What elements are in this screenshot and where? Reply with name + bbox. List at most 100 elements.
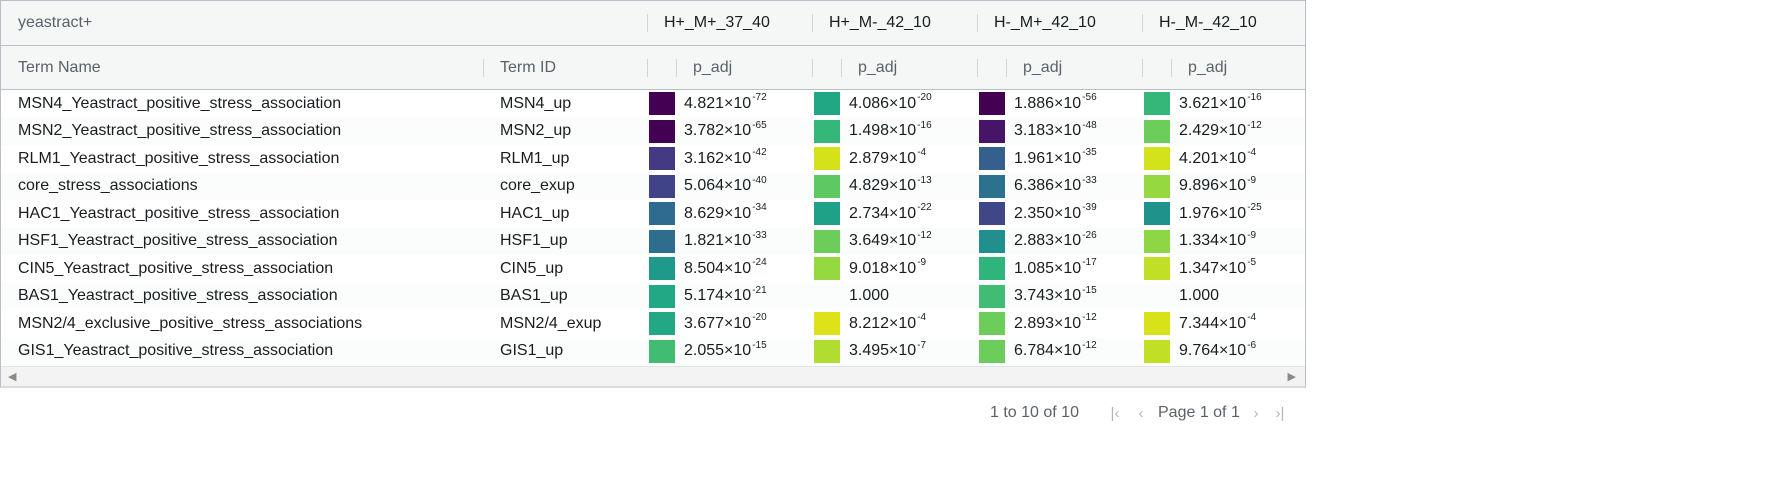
p-adj-value-cell: 1.498×10 -16: [849, 119, 932, 140]
table-row[interactable]: HSF1_Yeastract_positive_stress_associati…: [1, 227, 1305, 255]
table-row[interactable]: MSN2_Yeastract_positive_stress_associati…: [1, 117, 1305, 145]
color-swatch: [649, 174, 675, 198]
color-swatch: [979, 147, 1005, 170]
term-id-cell: HSF1_up: [500, 232, 568, 250]
term-name-cell: CIN5_Yeastract_positive_stress_associati…: [18, 259, 334, 277]
table-row[interactable]: MSN4_Yeastract_positive_stress_associati…: [1, 90, 1305, 118]
column-resize-handle[interactable]: [647, 59, 648, 77]
color-swatch: [649, 229, 675, 253]
p-adj-value-cell: 9.896×10 -9: [1179, 174, 1257, 195]
column-resize-handle[interactable]: [841, 59, 842, 77]
term-id-cell: MSN2/4_exup: [500, 314, 602, 332]
p-adj-value-cell: 2.429×10 -12: [1179, 119, 1262, 140]
term-id-cell: RLM1_up: [500, 149, 570, 167]
column-resize-handle[interactable]: [812, 59, 813, 77]
color-swatch: [979, 339, 1005, 363]
color-swatch: [1144, 312, 1170, 335]
table-row[interactable]: RLM1_Yeastract_positive_stress_associati…: [1, 145, 1305, 173]
column-resize-handle[interactable]: [1142, 59, 1143, 77]
column-header-p-adj-4[interactable]: p_adj: [1188, 46, 1227, 89]
p-adj-value-cell: 3.677×10 -20: [684, 312, 767, 332]
color-swatch: [814, 229, 840, 253]
column-header-label: Term Name: [18, 58, 101, 76]
color-swatch: [814, 339, 840, 363]
term-name-cell: MSN2_Yeastract_positive_stress_associati…: [18, 122, 342, 140]
pagination-summary: 1 to 10 of 10: [990, 404, 1079, 421]
last-page-icon[interactable]: ›|: [1271, 400, 1289, 426]
column-header-label: Term ID: [500, 58, 556, 76]
color-swatch: [979, 92, 1005, 115]
color-swatch: [1144, 257, 1170, 280]
color-swatch: [814, 257, 840, 280]
color-swatch: [649, 202, 675, 225]
term-id-cell: CIN5_up: [500, 259, 564, 277]
column-resize-handle[interactable]: [1006, 59, 1007, 77]
column-header-p-adj-2[interactable]: p_adj: [858, 46, 897, 89]
previous-page-icon[interactable]: ‹: [1132, 400, 1150, 426]
term-id-cell: GIS1_up: [500, 342, 564, 360]
p-adj-value-cell: 4.086×10 -20: [849, 92, 932, 112]
color-swatch: [814, 92, 840, 115]
p-adj-value-cell: 7.344×10 -4: [1179, 312, 1257, 332]
p-adj-value-cell: 1.886×10 -56: [1014, 92, 1097, 112]
term-id-cell: core_exup: [500, 177, 575, 195]
column-header-p-adj-3[interactable]: p_adj: [1023, 46, 1062, 89]
p-adj-value-cell: 3.743×10 -15: [1014, 284, 1097, 305]
p-adj-value-cell: 6.386×10 -33: [1014, 174, 1097, 195]
color-swatch: [1144, 119, 1170, 143]
p-adj-value-cell: 3.649×10 -12: [849, 229, 932, 250]
p-adj-value-cell: 9.018×10 -9: [849, 257, 927, 277]
table-row[interactable]: core_stress_associations core_exup 5.064×1…: [1, 172, 1305, 200]
header-separator[interactable]: [977, 14, 978, 32]
column-resize-handle[interactable]: [1171, 59, 1172, 77]
header-separator[interactable]: [647, 14, 648, 32]
color-swatch: [979, 257, 1005, 280]
p-adj-value-cell: 1.961×10 -35: [1014, 147, 1097, 167]
column-resize-handle[interactable]: [676, 59, 677, 77]
results-grid: yeastract+ H+_M+_37_40 H+_M-_42_10 H-_M+…: [0, 0, 1306, 388]
column-header-label: p_adj: [693, 58, 733, 76]
group-header-1[interactable]: H+_M+_37_40: [664, 1, 770, 45]
group-header-label: yeastract+: [18, 14, 93, 31]
p-adj-value-cell: 2.883×10 -26: [1014, 229, 1097, 250]
table-row[interactable]: BAS1_Yeastract_positive_stress_associati…: [1, 282, 1305, 310]
group-header-4[interactable]: H-_M-_42_10: [1159, 1, 1257, 45]
p-adj-value-cell: 3.162×10 -42: [684, 147, 767, 167]
table-row[interactable]: GIS1_Yeastract_positive_stress_associati…: [1, 337, 1305, 365]
color-swatch: [814, 147, 840, 170]
group-header-label: H-_M+_42_10: [994, 14, 1096, 31]
term-id-cell: MSN2_up: [500, 122, 572, 140]
group-header-3[interactable]: H-_M+_42_10: [994, 1, 1096, 45]
next-page-icon[interactable]: ›: [1247, 400, 1265, 426]
header-separator[interactable]: [1142, 14, 1143, 32]
p-adj-value-cell: 4.201×10 -4: [1179, 147, 1257, 167]
column-resize-handle[interactable]: [483, 59, 484, 77]
first-page-icon[interactable]: |‹: [1106, 400, 1124, 426]
color-swatch: [649, 92, 675, 115]
p-adj-value-cell: 1.085×10 -17: [1014, 257, 1097, 277]
column-resize-handle[interactable]: [977, 59, 978, 77]
column-header-p-adj-1[interactable]: p_adj: [693, 46, 732, 89]
p-adj-value-cell: 8.212×10 -4: [849, 312, 927, 332]
color-swatch: [1144, 202, 1170, 225]
column-header-term-id[interactable]: Term ID: [500, 46, 556, 89]
table-row[interactable]: HAC1_Yeastract_positive_stress_associati…: [1, 200, 1305, 228]
p-adj-value-cell: 3.621×10 -16: [1179, 92, 1262, 112]
term-name-cell: RLM1_Yeastract_positive_stress_associati…: [18, 149, 340, 167]
p-adj-value-cell: 1.976×10 -25: [1179, 202, 1262, 222]
column-header-term-name[interactable]: Term Name: [18, 46, 101, 89]
color-swatch: [979, 174, 1005, 198]
header-separator[interactable]: [812, 14, 813, 32]
term-id-cell: HAC1_up: [500, 204, 570, 222]
scroll-right-icon[interactable]: ▶: [1288, 370, 1296, 383]
table-row[interactable]: CIN5_Yeastract_positive_stress_associati…: [1, 255, 1305, 283]
p-adj-value-cell: 3.782×10 -65: [684, 119, 767, 140]
color-swatch: [649, 147, 675, 170]
p-adj-value-cell: 3.183×10 -48: [1014, 119, 1097, 140]
group-header-2[interactable]: H+_M-_42_10: [829, 1, 931, 45]
p-adj-value-cell: 4.821×10 -72: [684, 92, 767, 112]
horizontal-scrollbar[interactable]: ◀ ▶: [1, 366, 1305, 386]
group-header-label: H-_M-_42_10: [1159, 14, 1257, 31]
table-row[interactable]: MSN2/4_exclusive_positive_stress_associa…: [1, 310, 1305, 338]
scroll-left-icon[interactable]: ◀: [8, 370, 16, 383]
